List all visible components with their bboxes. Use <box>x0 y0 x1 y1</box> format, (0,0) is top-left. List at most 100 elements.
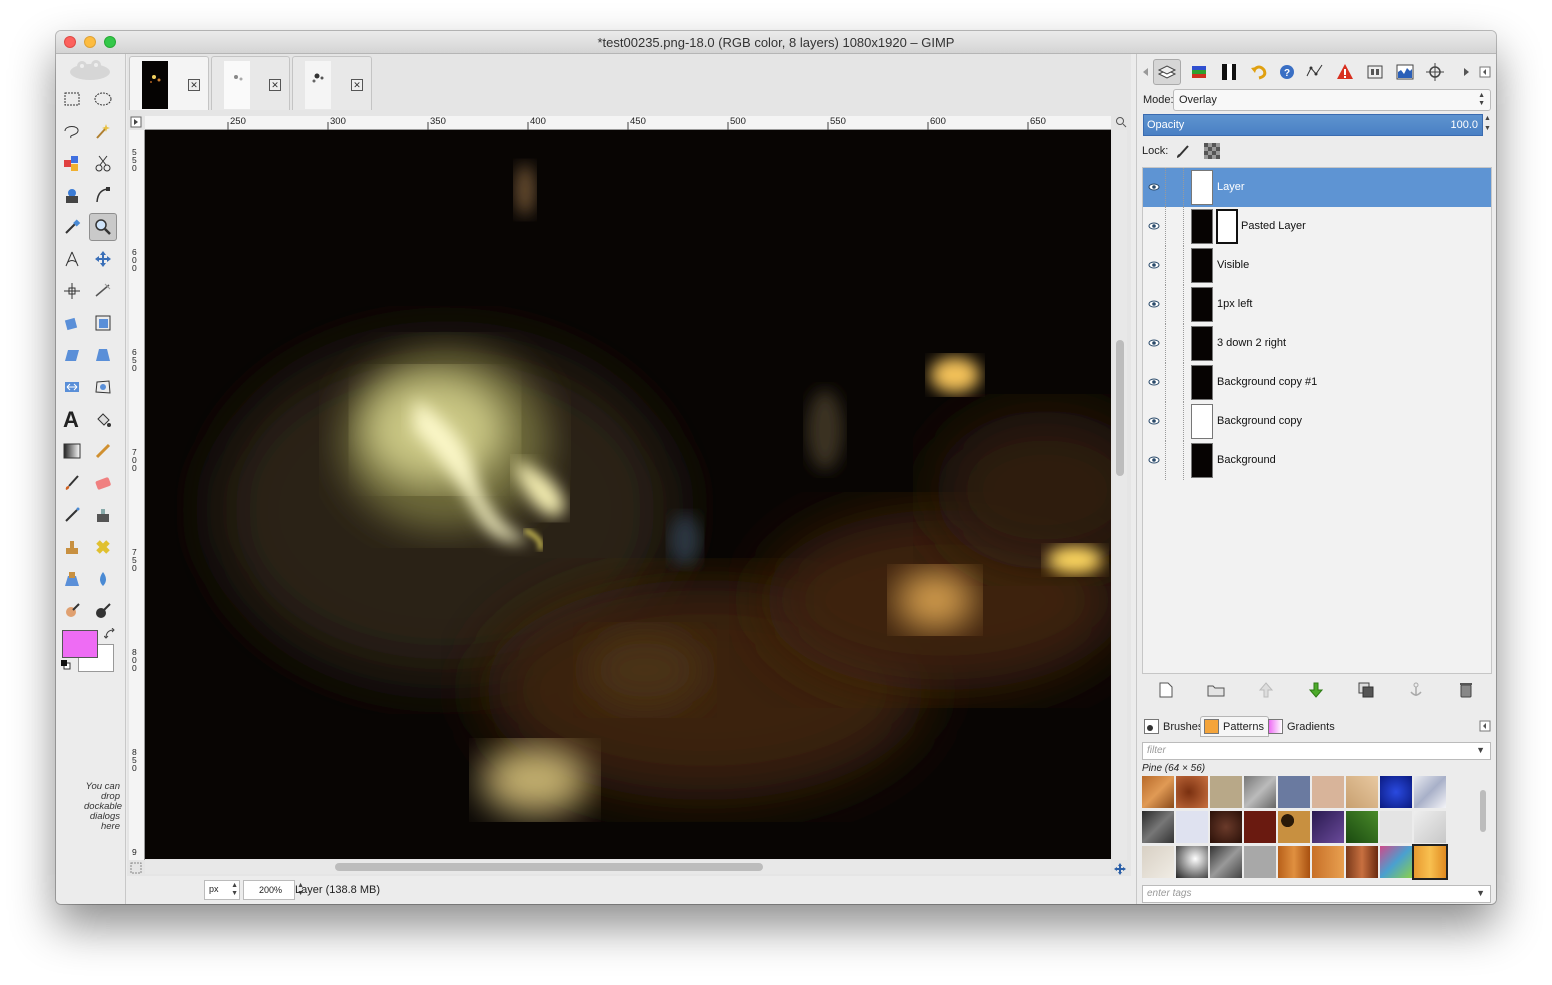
pattern-swatch[interactable] <box>1346 846 1378 878</box>
image-tab-1[interactable]: ✕ <box>129 56 209 110</box>
layer-row-background-copy-1[interactable]: Background copy #1 <box>1143 363 1491 402</box>
pattern-swatch[interactable] <box>1278 811 1310 843</box>
close-tab-icon[interactable]: ✕ <box>188 79 200 91</box>
sample-points-tab-icon[interactable] <box>1421 59 1449 85</box>
layer-row-background-copy[interactable]: Background copy <box>1143 402 1491 441</box>
opacity-slider[interactable]: Opacity 100.0 <box>1143 114 1483 136</box>
new-layer-icon[interactable] <box>1156 680 1176 700</box>
dodge-burn-icon[interactable] <box>89 597 117 625</box>
paths-tab-icon[interactable] <box>1215 59 1243 85</box>
scissors-icon[interactable] <box>89 149 117 177</box>
pattern-swatch[interactable] <box>1414 776 1446 808</box>
scroll-left-icon[interactable] <box>1141 67 1149 77</box>
pattern-swatch[interactable] <box>1414 811 1446 843</box>
layer-row-visible[interactable]: Visible <box>1143 246 1491 285</box>
zoom-selector[interactable]: 200% ▲ ▼ <box>243 880 304 900</box>
image-tab-2[interactable]: ✕ <box>211 56 290 110</box>
anchor-layer-icon[interactable] <box>1406 680 1426 700</box>
paintbrush-icon[interactable] <box>58 469 86 497</box>
pattern-swatch[interactable] <box>1210 846 1242 878</box>
delete-layer-icon[interactable] <box>1456 680 1476 700</box>
pattern-swatch[interactable] <box>1346 776 1378 808</box>
mode-dropdown[interactable]: Overlay ▲ ▼ <box>1173 89 1491 111</box>
perspective-icon[interactable] <box>89 341 117 369</box>
ellipse-select-icon[interactable] <box>89 85 117 113</box>
heal-icon[interactable] <box>89 533 117 561</box>
smudge-icon[interactable] <box>58 597 86 625</box>
visibility-eye-icon[interactable] <box>1148 299 1160 309</box>
resource-menu-icon[interactable] <box>1479 720 1491 732</box>
fuzzy-select-icon[interactable] <box>89 117 117 145</box>
image-tab-3[interactable]: ✕ <box>292 56 372 110</box>
visibility-eye-icon[interactable] <box>1148 182 1160 192</box>
clone-icon[interactable] <box>58 533 86 561</box>
visibility-eye-icon[interactable] <box>1148 338 1160 348</box>
patterns-tab[interactable]: Patterns <box>1200 716 1269 737</box>
layer-row-pasted-layer[interactable]: Pasted Layer <box>1143 207 1491 246</box>
pattern-swatch[interactable] <box>1278 846 1310 878</box>
layer-row-layer[interactable]: Layer <box>1143 168 1491 207</box>
layer-row-1px-left[interactable]: 1px left <box>1143 285 1491 324</box>
visibility-eye-icon[interactable] <box>1148 260 1160 270</box>
pattern-swatch[interactable] <box>1142 846 1174 878</box>
align-icon[interactable] <box>58 277 86 305</box>
toggle-quick-mask-icon[interactable] <box>130 862 142 874</box>
pattern-swatch[interactable] <box>1346 811 1378 843</box>
undo-history-tab-icon[interactable] <box>1245 59 1273 85</box>
pattern-filter-input[interactable]: filter ▼ <box>1142 742 1491 760</box>
unit-selector[interactable]: px ▲ ▼ <box>204 880 240 900</box>
new-layer-group-icon[interactable] <box>1206 680 1226 700</box>
error-console-tab-icon[interactable] <box>1331 59 1359 85</box>
close-tab-icon[interactable]: ✕ <box>269 79 281 91</box>
image-canvas[interactable] <box>145 130 1111 859</box>
patterns-scroll-thumb[interactable] <box>1480 790 1486 832</box>
visibility-eye-icon[interactable] <box>1148 221 1160 231</box>
foreground-color-swatch[interactable] <box>62 630 98 658</box>
blend-icon[interactable] <box>58 437 86 465</box>
rect-select-icon[interactable] <box>58 85 86 113</box>
zoom-tool-icon[interactable] <box>89 213 117 241</box>
visibility-eye-icon[interactable] <box>1148 377 1160 387</box>
layer-mask-thumbnail[interactable] <box>1216 209 1238 244</box>
histogram-tab-icon[interactable] <box>1391 59 1419 85</box>
layer-row-background[interactable]: Background <box>1143 441 1491 480</box>
crop-icon[interactable] <box>89 277 117 305</box>
free-select-icon[interactable] <box>58 117 86 145</box>
perspective-clone-icon[interactable] <box>58 565 86 593</box>
visibility-eye-icon[interactable] <box>1148 416 1160 426</box>
gradients-tab[interactable]: Gradients <box>1264 716 1340 737</box>
pattern-swatch[interactable] <box>1380 776 1412 808</box>
pattern-swatch[interactable] <box>1244 811 1276 843</box>
patterns-scrollbar[interactable] <box>1477 776 1489 880</box>
layers-tab-icon[interactable] <box>1153 59 1181 85</box>
horizontal-scroll-thumb[interactable] <box>335 863 763 871</box>
paths-icon[interactable] <box>89 181 117 209</box>
move-tool-icon[interactable] <box>89 245 117 273</box>
text-tool-icon[interactable]: A <box>58 405 86 433</box>
ink-icon[interactable] <box>89 501 117 529</box>
color-picker-icon[interactable] <box>58 213 86 241</box>
quick-mask-menu-icon[interactable] <box>130 116 142 128</box>
device-status-tab-icon[interactable] <box>1361 59 1389 85</box>
brushes-tab[interactable]: Brushes <box>1140 716 1208 737</box>
visibility-eye-icon[interactable] <box>1148 455 1160 465</box>
blur-sharpen-icon[interactable] <box>89 565 117 593</box>
flip-icon[interactable] <box>58 373 86 401</box>
eraser-icon[interactable] <box>89 469 117 497</box>
pattern-swatch[interactable] <box>1312 846 1344 878</box>
pattern-swatch[interactable] <box>1176 811 1208 843</box>
pattern-swatch[interactable] <box>1210 811 1242 843</box>
navigate-icon[interactable] <box>1113 862 1127 876</box>
vertical-scrollbar[interactable] <box>1113 130 1127 860</box>
lock-alpha-icon[interactable] <box>1203 142 1221 160</box>
pattern-swatch[interactable] <box>1278 776 1310 808</box>
pattern-swatch[interactable] <box>1176 776 1208 808</box>
pattern-swatch[interactable] <box>1380 846 1412 878</box>
duplicate-layer-icon[interactable] <box>1356 680 1376 700</box>
airbrush-icon[interactable] <box>58 501 86 529</box>
pattern-swatch[interactable] <box>1244 776 1276 808</box>
pencil-icon[interactable] <box>89 437 117 465</box>
shear-icon[interactable] <box>58 341 86 369</box>
help-tab-icon[interactable]: ? <box>1273 59 1301 85</box>
pattern-swatch[interactable] <box>1142 776 1174 808</box>
